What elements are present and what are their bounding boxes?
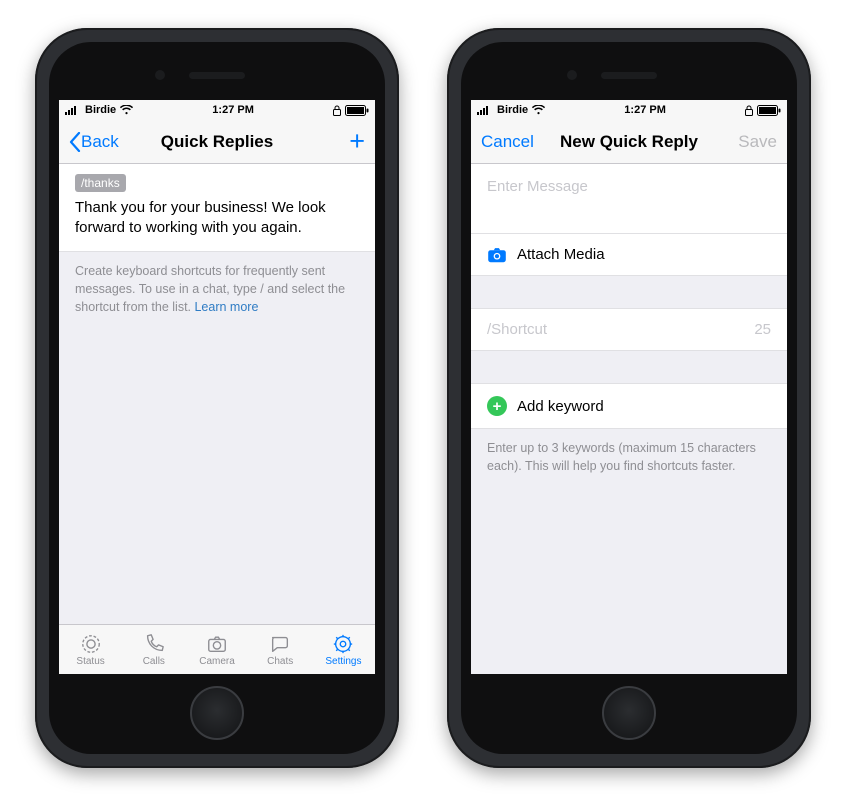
tab-bar: Status Calls Camera Chats Settings [59,624,375,674]
shortcut-char-limit: 25 [754,321,771,338]
wifi-icon [120,105,133,115]
add-keyword-row[interactable]: + Add keyword [471,383,787,429]
footer-hint: Create keyboard shortcuts for frequently… [59,252,375,326]
clock: 1:27 PM [624,104,666,116]
tab-camera[interactable]: Camera [185,625,248,674]
shortcut-chip: /thanks [75,174,126,192]
phone-frame-left: Birdie 1:27 PM Back Quick Replies + [35,28,399,768]
tab-status[interactable]: Status [59,625,122,674]
add-button[interactable]: + [339,126,375,157]
plus-circle-icon: + [487,396,507,416]
save-button[interactable]: Save [728,132,787,152]
battery-icon [345,105,369,116]
nav-bar: Cancel New Quick Reply Save [471,120,787,164]
lock-icon [333,105,341,116]
quick-reply-item[interactable]: /thanks Thank you for your business! We … [59,164,375,252]
keyword-footer: Enter up to 3 keywords (maximum 15 chara… [471,429,787,485]
cancel-button[interactable]: Cancel [471,132,544,152]
tab-calls[interactable]: Calls [122,625,185,674]
tab-chats[interactable]: Chats [249,625,312,674]
phone-icon [142,633,166,655]
signal-icon [477,105,493,115]
message-input[interactable]: Enter Message [471,164,787,234]
tab-settings[interactable]: Settings [312,625,375,674]
status-icon [79,633,103,655]
attach-media-row[interactable]: Attach Media [471,234,787,276]
status-bar: Birdie 1:27 PM [59,100,375,120]
quick-reply-body: Thank you for your business! We look for… [75,198,359,239]
wifi-icon [532,105,545,115]
clock: 1:27 PM [212,104,254,116]
battery-icon [757,105,781,116]
plus-icon: + [349,126,365,157]
camera-icon [487,247,507,263]
chats-icon [268,633,292,655]
shortcut-input[interactable]: /Shortcut 25 [471,308,787,351]
back-button[interactable]: Back [59,132,129,152]
lock-icon [745,105,753,116]
phone-frame-right: Birdie 1:27 PM Cancel New Quick Reply Sa… [447,28,811,768]
chevron-left-icon [69,132,81,152]
learn-more-link[interactable]: Learn more [194,300,258,314]
home-button[interactable] [602,686,656,740]
carrier-label: Birdie [497,104,528,116]
carrier-label: Birdie [85,104,116,116]
settings-icon [331,633,355,655]
camera-icon [205,633,229,655]
signal-icon [65,105,81,115]
status-bar: Birdie 1:27 PM [471,100,787,120]
home-button[interactable] [190,686,244,740]
nav-bar: Back Quick Replies + [59,120,375,164]
